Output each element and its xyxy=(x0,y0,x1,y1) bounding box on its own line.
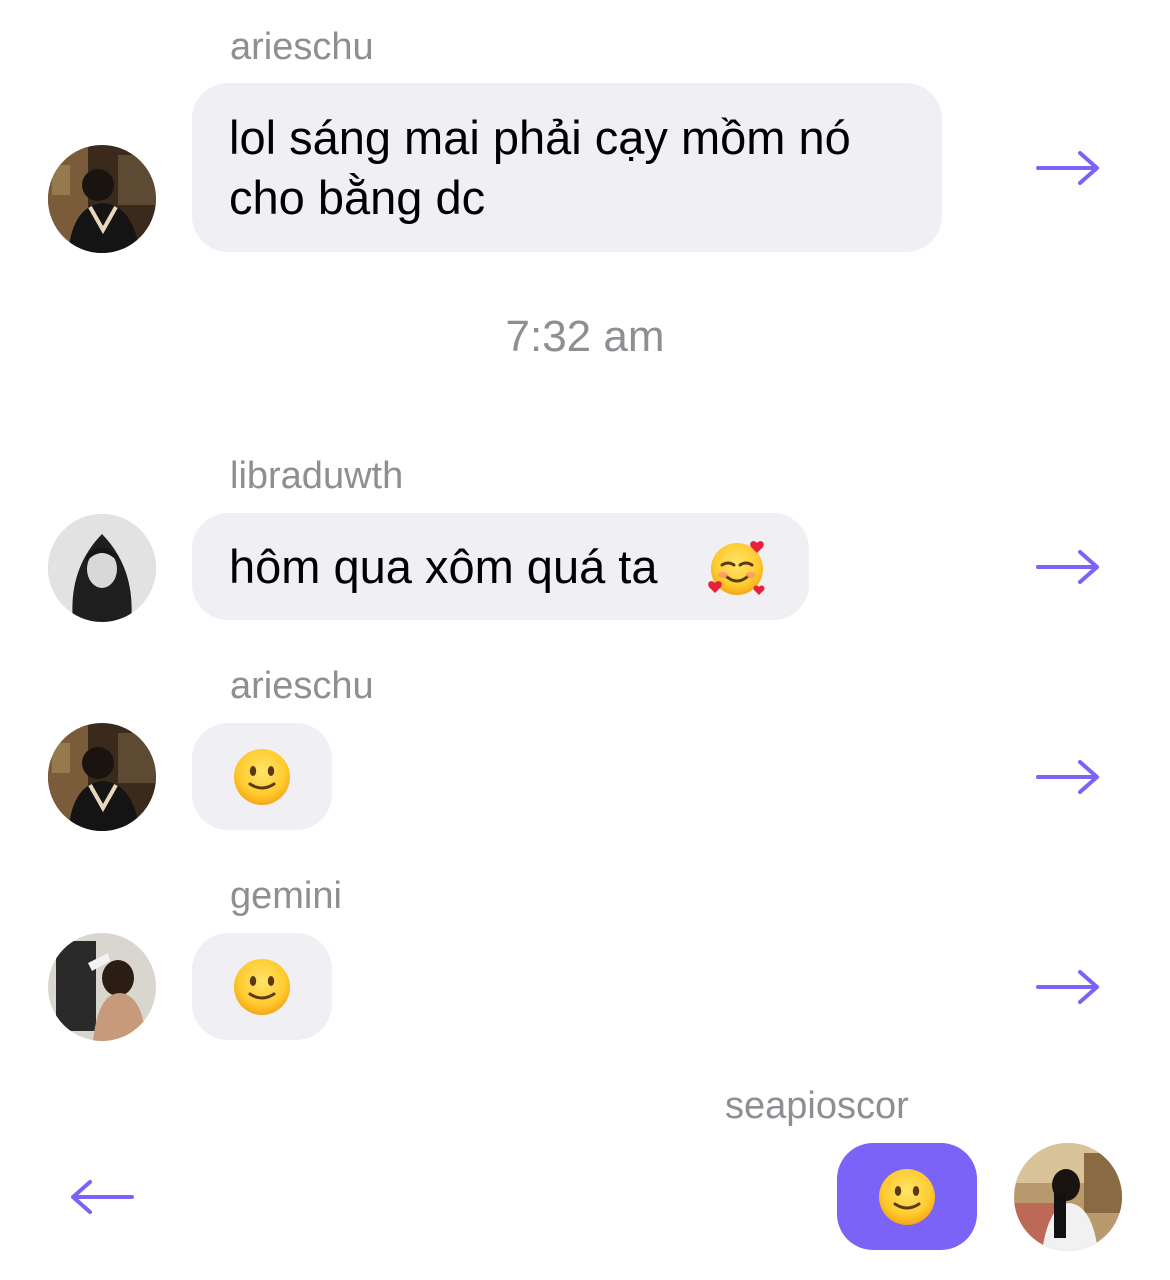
timestamp: 7:32 am xyxy=(505,312,665,361)
message-text: cho bằng dc xyxy=(229,171,486,224)
smiling-face-with-hearts-icon xyxy=(707,537,767,597)
forward-arrow-icon[interactable] xyxy=(1036,759,1100,795)
sender-name: seapioscor xyxy=(725,1085,909,1127)
message-bubble[interactable] xyxy=(192,723,332,830)
message-text: hôm qua xôm quá ta xyxy=(229,540,658,593)
message-bubble[interactable] xyxy=(192,933,332,1040)
avatar[interactable] xyxy=(48,723,156,831)
avatar[interactable] xyxy=(48,514,156,622)
message-bubble-outgoing[interactable] xyxy=(837,1143,977,1250)
message-bubble[interactable]: lol sáng mai phải cạy mồm nó cho bằng dc xyxy=(192,83,942,252)
avatar[interactable] xyxy=(1014,1143,1122,1251)
message-text: lol sáng mai phải cạy mồm nó xyxy=(229,111,851,164)
sender-name: arieschu xyxy=(230,26,374,68)
back-arrow-icon[interactable] xyxy=(70,1179,134,1215)
sender-name: arieschu xyxy=(230,665,374,707)
forward-arrow-icon[interactable] xyxy=(1036,549,1100,585)
avatar[interactable] xyxy=(48,145,156,253)
sender-name: gemini xyxy=(230,875,342,917)
avatar[interactable] xyxy=(48,933,156,1041)
slightly-smiling-face-icon xyxy=(877,1167,937,1227)
forward-arrow-icon[interactable] xyxy=(1036,150,1100,186)
forward-arrow-icon[interactable] xyxy=(1036,969,1100,1005)
message-bubble[interactable]: hôm qua xôm quá ta xyxy=(192,513,809,620)
slightly-smiling-face-icon xyxy=(232,747,292,807)
slightly-smiling-face-icon xyxy=(232,957,292,1017)
sender-name: libraduwth xyxy=(230,455,404,497)
